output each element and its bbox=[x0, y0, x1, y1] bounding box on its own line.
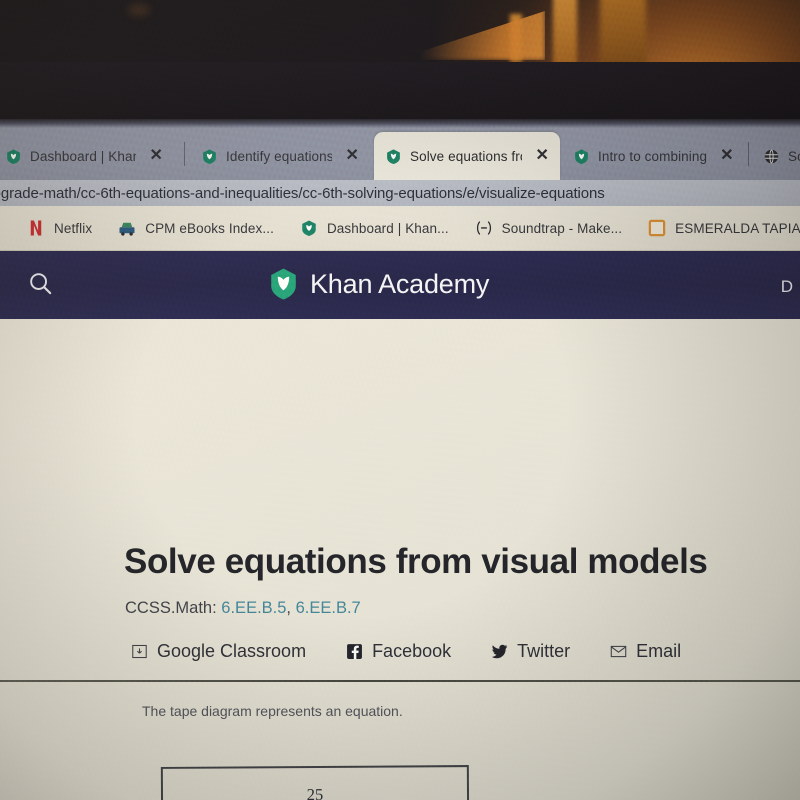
background-object-c bbox=[600, 0, 646, 68]
background-speck bbox=[128, 4, 150, 16]
tape-diagram-top-row: 25 bbox=[160, 765, 470, 800]
bookmark-label: ESMERALDA TAPIA... bbox=[675, 220, 800, 236]
exercise-prompt-top: The tape diagram represents an equation. bbox=[142, 703, 403, 719]
standard-link-1[interactable]: 6.EE.B.5 bbox=[221, 599, 286, 617]
browser-tab-dashboard[interactable]: Dashboard | Khan ✕ bbox=[0, 132, 174, 180]
tab-close-icon[interactable]: ✕ bbox=[342, 148, 362, 164]
page-title: Solve equations from visual models bbox=[124, 542, 708, 581]
search-icon[interactable] bbox=[27, 270, 54, 297]
tab-close-icon[interactable]: ✕ bbox=[146, 148, 166, 164]
share-email[interactable]: Email bbox=[610, 641, 681, 662]
nav-right-link[interactable]: D bbox=[781, 277, 793, 297]
bookmark-netflix[interactable]: Netflix bbox=[14, 219, 105, 237]
bookmark-dashboard-khan[interactable]: Dashboard | Khan... bbox=[287, 219, 462, 237]
tab-label: Dashboard | Khan bbox=[30, 148, 137, 164]
khan-academy-icon bbox=[203, 148, 216, 164]
khan-academy-icon bbox=[302, 220, 316, 236]
browser-tab-strip: Dashboard | Khan ✕ Identify equations f … bbox=[0, 128, 800, 180]
share-label: Facebook bbox=[372, 641, 452, 661]
browser-tab-sc[interactable]: Sc bbox=[752, 132, 800, 180]
site-logo[interactable]: Khan Academy bbox=[268, 267, 489, 301]
khan-academy-icon bbox=[387, 148, 400, 164]
tab-close-icon[interactable]: ✕ bbox=[717, 148, 737, 164]
share-bar: Google Classroom Facebook Twitter Email bbox=[131, 641, 681, 662]
browser-tab-solve-equations[interactable]: Solve equations fro ✕ bbox=[374, 132, 560, 180]
browser-tab-identify-equations[interactable]: Identify equations f ✕ bbox=[190, 132, 370, 180]
tab-close-icon[interactable]: ✕ bbox=[532, 148, 552, 164]
tab-label: Intro to combining bbox=[598, 148, 708, 164]
address-bar[interactable]: -grade-math/cc-6th-equations-and-inequal… bbox=[0, 180, 800, 206]
bookmark-label: Netflix bbox=[54, 220, 93, 236]
bookmarks-bar: Netflix CPM eBooks Index... Dashboard | … bbox=[0, 206, 800, 251]
bookmark-esmeralda-tapia[interactable]: ESMERALDA TAPIA... bbox=[635, 219, 800, 237]
standards-label: CCSS.Math: bbox=[125, 599, 217, 617]
facebook-icon bbox=[347, 644, 362, 660]
background-object-b bbox=[553, 0, 577, 66]
soundtrap-icon bbox=[476, 221, 491, 235]
orange-square-icon bbox=[648, 219, 666, 237]
tape-diagram: 25 x 13 bbox=[160, 765, 470, 800]
section-divider bbox=[0, 680, 800, 682]
standards-separator: , bbox=[286, 599, 296, 617]
tab-label: Identify equations f bbox=[226, 148, 333, 164]
share-twitter[interactable]: Twitter bbox=[491, 641, 610, 662]
google-classroom-icon bbox=[132, 644, 147, 659]
netflix-icon bbox=[30, 220, 42, 236]
globe-icon bbox=[764, 148, 779, 164]
tab-separator bbox=[748, 142, 749, 166]
tab-label: Solve equations fro bbox=[410, 148, 523, 164]
share-facebook[interactable]: Facebook bbox=[346, 641, 491, 662]
standards-line: CCSS.Math: 6.EE.B.5, 6.EE.B.7 bbox=[125, 599, 361, 618]
tab-label: Sc bbox=[788, 148, 800, 164]
browser-tab-intro-combining[interactable]: Intro to combining ✕ bbox=[562, 132, 746, 180]
address-bar-url: -grade-math/cc-6th-equations-and-inequal… bbox=[0, 184, 605, 202]
bookmark-soundtrap[interactable]: Soundtrap - Make... bbox=[462, 219, 635, 237]
twitter-icon bbox=[491, 644, 508, 659]
site-navigation-bar: Khan Academy D bbox=[0, 251, 800, 319]
site-logo-text: Khan Academy bbox=[310, 268, 490, 299]
bookmark-label: Dashboard | Khan... bbox=[326, 220, 449, 236]
tape-value-total: 25 bbox=[306, 784, 324, 800]
share-google-classroom[interactable]: Google Classroom bbox=[131, 641, 346, 662]
khan-academy-icon bbox=[575, 148, 588, 164]
browser-window: Dashboard | Khan ✕ Identify equations f … bbox=[0, 128, 800, 800]
bookmark-label: Soundtrap - Make... bbox=[501, 220, 623, 236]
khan-academy-icon bbox=[7, 148, 20, 164]
khan-academy-leaf-icon bbox=[271, 268, 296, 300]
tab-separator bbox=[184, 142, 185, 166]
share-label: Twitter bbox=[517, 641, 571, 661]
share-label: Email bbox=[636, 641, 682, 661]
bookmark-label: CPM eBooks Index... bbox=[145, 220, 274, 236]
standard-link-2[interactable]: 6.EE.B.7 bbox=[296, 599, 361, 617]
email-icon bbox=[610, 645, 627, 658]
bookmark-cpm-ebooks[interactable]: CPM eBooks Index... bbox=[105, 219, 287, 237]
exercise-page: Solve equations from visual models CCSS.… bbox=[0, 319, 800, 800]
share-label: Google Classroom bbox=[157, 641, 307, 661]
cpm-icon bbox=[119, 222, 135, 236]
